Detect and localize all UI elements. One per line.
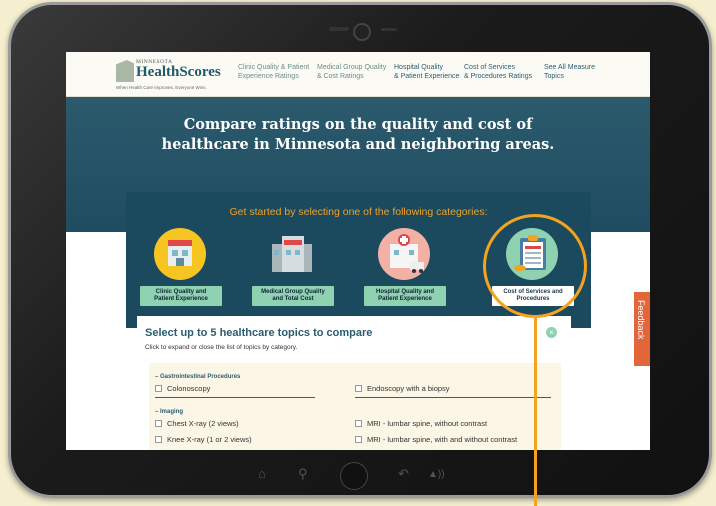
nav-line: Medical Group Quality (317, 64, 387, 71)
label-line: Clinic Quality and (155, 289, 207, 295)
divider (355, 397, 551, 398)
hero-title: Compare ratings on the quality and cost … (66, 115, 650, 155)
home-button[interactable] (340, 462, 368, 490)
topic-option-label: MRI - lumbar spine, with and without con… (367, 435, 518, 444)
nav-all-topics[interactable]: See All Measure Topics (544, 64, 595, 81)
label-line: Patient Experience (378, 296, 432, 302)
nav-line: Topics (544, 72, 564, 80)
divider (155, 397, 315, 398)
compare-panel: Select up to 5 healthcare topics to comp… (137, 316, 571, 450)
category-hospital[interactable]: Hospital Quality and Patient Experience (364, 228, 454, 306)
checkbox[interactable] (155, 420, 162, 427)
category-label: Clinic Quality and Patient Experience (140, 286, 222, 306)
nav-medical-group[interactable]: Medical Group Quality & Cost Ratings (317, 64, 386, 81)
topic-option[interactable]: Colonoscopy (155, 384, 210, 393)
compare-title: Select up to 5 healthcare topics to comp… (145, 327, 373, 339)
logo[interactable]: MINNESOTA HealthScores When Health Care … (116, 58, 221, 92)
category-label: Medical Group Quality and Total Cost (252, 286, 334, 306)
system-bar: ⌂ ⚲ ↶ ▲)) (252, 462, 452, 490)
nav-line: Experience Ratings (238, 72, 299, 80)
topic-option-label: MRI - lumbar spine, without contrast (367, 419, 488, 428)
back-icon[interactable]: ↶ (398, 466, 409, 482)
nav-line: Cost of Services (464, 64, 515, 71)
bezel-sensor (329, 27, 349, 31)
label-line: Medical Group Quality (261, 289, 325, 295)
group-label-imaging[interactable]: – Imaging (155, 409, 183, 415)
topic-list: – Gastrointestinal Procedures Colonoscop… (149, 363, 561, 450)
checkbox[interactable] (155, 436, 162, 443)
checkbox[interactable] (355, 436, 362, 443)
compare-subtitle: Click to expand or close the list of top… (145, 344, 298, 351)
search-icon[interactable]: ⚲ (298, 466, 308, 482)
nav-line: Hospital Quality (394, 64, 444, 71)
volume-icon[interactable]: ▲)) (428, 469, 445, 480)
bezel-sensor-2 (381, 28, 397, 31)
checkbox[interactable] (355, 420, 362, 427)
feedback-label: Feedback (636, 300, 646, 340)
topic-option-label: Chest X-ray (2 views) (167, 419, 239, 428)
label-line: Hospital Quality and (375, 289, 434, 295)
topic-option[interactable]: MRI - lumbar spine, with and without con… (355, 435, 517, 444)
clinic-icon (154, 228, 206, 280)
topic-option-label: Endoscopy with a biopsy (367, 384, 450, 393)
topic-option[interactable]: MRI - lumbar spine, without contrast (355, 419, 487, 428)
nav-line: & Procedures Ratings (464, 72, 533, 80)
minnesota-map-icon (116, 60, 134, 82)
logo-name: HealthScores (136, 64, 221, 80)
hero-line: Compare ratings on the quality and cost … (183, 116, 533, 133)
topic-option[interactable]: Knee X-ray (1 or 2 views) (155, 435, 252, 444)
nav-line: & Cost Ratings (317, 72, 364, 80)
group-label-gastro[interactable]: – Gastrointestinal Procedures (155, 374, 240, 380)
checkbox[interactable] (155, 385, 162, 392)
category-medical-group[interactable]: Medical Group Quality and Total Cost (252, 228, 342, 306)
label-line: and Total Cost (272, 296, 314, 302)
category-clinic[interactable]: Clinic Quality and Patient Experience (140, 228, 230, 306)
checkbox[interactable] (355, 385, 362, 392)
label-line: Patient Experience (154, 296, 208, 302)
camera-icon (353, 23, 371, 41)
nav-line: & Patient Experience (394, 72, 460, 80)
nav-cost-of-services[interactable]: Cost of Services & Procedures Ratings (464, 64, 532, 81)
hero-line: healthcare in Minnesota and neighboring … (161, 136, 555, 153)
close-button[interactable]: × (546, 327, 557, 338)
home-icon[interactable]: ⌂ (258, 466, 266, 481)
nav-hospital-quality[interactable]: Hospital Quality & Patient Experience (394, 64, 459, 81)
topic-option[interactable]: Chest X-ray (2 views) (155, 419, 239, 428)
nav-clinic-quality[interactable]: Clinic Quality & Patient Experience Rati… (238, 64, 309, 81)
topic-option-label: Colonoscopy (167, 384, 211, 393)
category-label: Hospital Quality and Patient Experience (364, 286, 446, 306)
nav-line: See All Measure (544, 64, 595, 71)
highlight-circle (483, 214, 587, 318)
top-navigation: MINNESOTA HealthScores When Health Care … (66, 52, 650, 97)
highlight-pointer-line (534, 317, 537, 506)
topic-option[interactable]: Endoscopy with a biopsy (355, 384, 450, 393)
topic-option-label: Knee X-ray (1 or 2 views) (167, 435, 252, 444)
logo-tagline: When Health Care Improves, Everyone Wins… (116, 85, 207, 90)
hospital-icon (378, 228, 430, 280)
feedback-tab[interactable]: Feedback (634, 292, 650, 366)
nav-line: Clinic Quality & Patient (238, 64, 310, 71)
medical-group-icon (266, 228, 318, 280)
